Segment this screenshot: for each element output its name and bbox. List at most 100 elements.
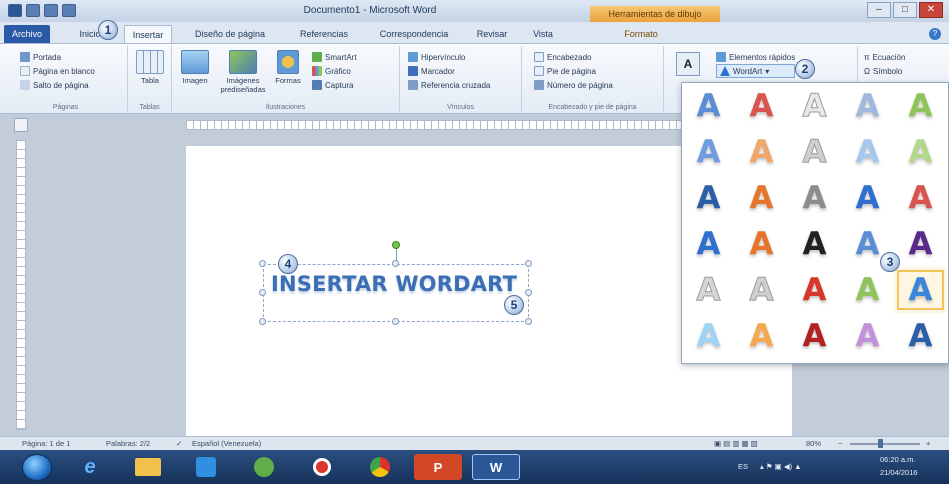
clock-time[interactable]: 06:20 a.m. (880, 455, 915, 464)
wordart-style-option[interactable]: A (841, 175, 894, 221)
minimize-button[interactable]: – (867, 2, 891, 18)
maximize-button[interactable]: □ (893, 2, 917, 18)
tab-vista[interactable]: Vista (526, 25, 560, 43)
wordart-style-option[interactable]: A (735, 175, 788, 221)
marcador-button[interactable]: Marcador (408, 64, 521, 78)
input-language[interactable]: ES (738, 462, 748, 471)
tab-selector[interactable] (14, 118, 28, 132)
zoom-out-icon[interactable]: − (838, 439, 842, 448)
wordart-style-option[interactable]: A (735, 83, 788, 129)
tray-icons[interactable]: ▴ ⚑ ▣ ◀) ▲ (760, 462, 802, 471)
text-box-icon[interactable]: A (676, 52, 700, 76)
wordart-style-option[interactable]: A (788, 221, 841, 267)
wordart-style-option[interactable]: A (682, 313, 735, 359)
language-indicator[interactable]: Español (Venezuela) (192, 439, 261, 448)
wordart-style-option[interactable]: A (788, 313, 841, 359)
help-icon[interactable]: ? (929, 28, 941, 40)
wordart-style-option[interactable]: A (841, 129, 894, 175)
view-buttons[interactable]: ▣ ▤ ▥ ▦ ▧ (714, 439, 758, 448)
elementos-rapidos-button[interactable]: Elementos rápidos (716, 50, 795, 64)
hipervinculo-button[interactable]: Hipervínculo (408, 50, 521, 64)
zoom-slider[interactable] (850, 443, 920, 445)
resize-handle[interactable] (525, 260, 532, 267)
close-button[interactable]: ✕ (919, 2, 943, 18)
grafico-button[interactable]: Gráfico (312, 64, 357, 78)
wordart-style-option[interactable]: A (841, 313, 894, 359)
imagen-button[interactable]: Imagen (176, 50, 214, 85)
app-icon[interactable] (240, 454, 288, 480)
wordart-style-option[interactable]: A (841, 83, 894, 129)
media-player-icon[interactable] (182, 454, 230, 480)
tab-archivo[interactable]: Archivo (4, 25, 50, 43)
smartart-button[interactable]: SmartArt (312, 50, 357, 64)
resize-handle[interactable] (525, 289, 532, 296)
zoom-level[interactable]: 80% (806, 439, 821, 448)
wordart-style-option[interactable]: A (682, 129, 735, 175)
resize-handle[interactable] (259, 289, 266, 296)
tab-formato[interactable]: Formato (596, 25, 686, 43)
recorder-icon[interactable] (298, 454, 346, 480)
powerpoint-icon[interactable]: P (414, 454, 462, 480)
ecuacion-button[interactable]: π Ecuación (864, 50, 949, 64)
pagina-en-blanco-button[interactable]: Página en blanco (20, 64, 127, 78)
wordart-text[interactable]: INSERTAR WORDART (271, 272, 517, 296)
wordart-style-option[interactable]: A (894, 313, 947, 359)
chrome-icon[interactable] (356, 454, 404, 480)
salto-de-pagina-button[interactable]: Salto de página (20, 78, 127, 92)
wordart-style-option[interactable]: A (894, 175, 947, 221)
page-count[interactable]: Página: 1 de 1 (22, 439, 70, 448)
wordart-style-option[interactable]: A (894, 83, 947, 129)
numero-de-pagina-button[interactable]: Número de página (534, 78, 663, 92)
file-explorer-icon[interactable] (124, 454, 172, 480)
resize-handle[interactable] (259, 318, 266, 325)
formas-button[interactable]: Formas (272, 50, 304, 85)
tab-revisar[interactable]: Revisar (470, 25, 514, 43)
wordart-style-option[interactable]: A (788, 83, 841, 129)
wordart-style-option[interactable]: A (735, 129, 788, 175)
tab-referencias[interactable]: Referencias (292, 25, 356, 43)
wordart-style-option[interactable]: A (841, 267, 894, 313)
word-taskbar-icon[interactable]: W (472, 454, 520, 480)
word-count[interactable]: Palabras: 2/2 (106, 439, 150, 448)
wordart-style-option[interactable]: A (894, 267, 947, 313)
redo-icon[interactable] (62, 4, 76, 17)
horizontal-ruler[interactable] (186, 120, 686, 130)
zoom-slider-thumb[interactable] (878, 439, 883, 448)
imagenes-predisenadas-button[interactable]: Imágenes prediseñadas (218, 50, 268, 94)
wordart-style-option[interactable]: A (682, 267, 735, 313)
wordart-style-option[interactable]: A (682, 221, 735, 267)
wordart-style-option[interactable]: A (682, 175, 735, 221)
word-app-icon[interactable] (8, 4, 22, 17)
wordart-style-option[interactable]: A (682, 83, 735, 129)
rotation-handle[interactable] (392, 241, 400, 249)
start-button[interactable] (22, 454, 52, 481)
wordart-style-option[interactable]: A (735, 313, 788, 359)
pie-de-pagina-button[interactable]: Pie de página (534, 64, 663, 78)
wordart-style-option[interactable]: A (894, 129, 947, 175)
resize-handle[interactable] (392, 260, 399, 267)
save-icon[interactable] (26, 4, 40, 17)
referencia-cruzada-button[interactable]: Referencia cruzada (408, 78, 521, 92)
spell-check-icon[interactable]: ✓ (176, 439, 182, 448)
resize-handle[interactable] (525, 318, 532, 325)
tabla-button[interactable]: Tabla (131, 50, 169, 85)
wordart-style-option[interactable]: A (894, 221, 947, 267)
simbolo-button[interactable]: Ω Símbolo (864, 64, 949, 78)
undo-icon[interactable] (44, 4, 58, 17)
wordart-style-option[interactable]: A (735, 267, 788, 313)
wordart-style-option[interactable]: A (788, 267, 841, 313)
wordart-style-option[interactable]: A (788, 175, 841, 221)
portada-button[interactable]: Portada (20, 50, 127, 64)
captura-button[interactable]: Captura (312, 78, 357, 92)
wordart-style-option[interactable]: A (735, 221, 788, 267)
vertical-ruler[interactable] (16, 140, 26, 430)
wordart-button[interactable]: WordArt ▾ (716, 64, 796, 78)
tab-diseno-pagina[interactable]: Diseño de página (184, 25, 276, 43)
tab-correspondencia[interactable]: Correspondencia (372, 25, 456, 43)
encabezado-button[interactable]: Encabezado (534, 50, 663, 64)
internet-explorer-icon[interactable]: e (66, 454, 114, 480)
resize-handle[interactable] (392, 318, 399, 325)
wordart-style-option[interactable]: A (788, 129, 841, 175)
zoom-in-icon[interactable]: + (926, 439, 930, 448)
resize-handle[interactable] (259, 260, 266, 267)
